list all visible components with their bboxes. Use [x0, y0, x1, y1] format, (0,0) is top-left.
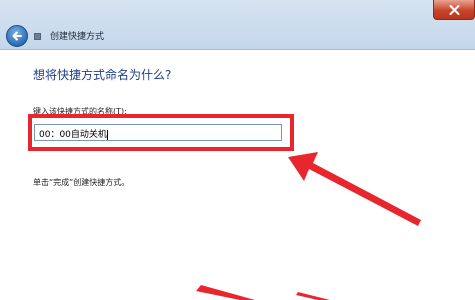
- wizard-content: 想将快捷方式命名为什么? 键入该快捷方式的名称(T): 00：00自动关机 单击…: [0, 51, 475, 300]
- title-bar: 创建快捷方式: [0, 0, 475, 50]
- window-title: 创建快捷方式: [50, 32, 105, 42]
- shortcut-wizard-icon: [34, 33, 41, 40]
- annotation-highlight-box: [28, 114, 294, 151]
- finish-hint: 单击“完成”创建快捷方式。: [33, 178, 130, 187]
- close-icon: [449, 5, 460, 15]
- back-button[interactable]: [6, 25, 28, 47]
- page-heading: 想将快捷方式命名为什么?: [33, 68, 172, 82]
- close-button[interactable]: [433, 0, 475, 20]
- back-arrow-icon: [12, 31, 22, 41]
